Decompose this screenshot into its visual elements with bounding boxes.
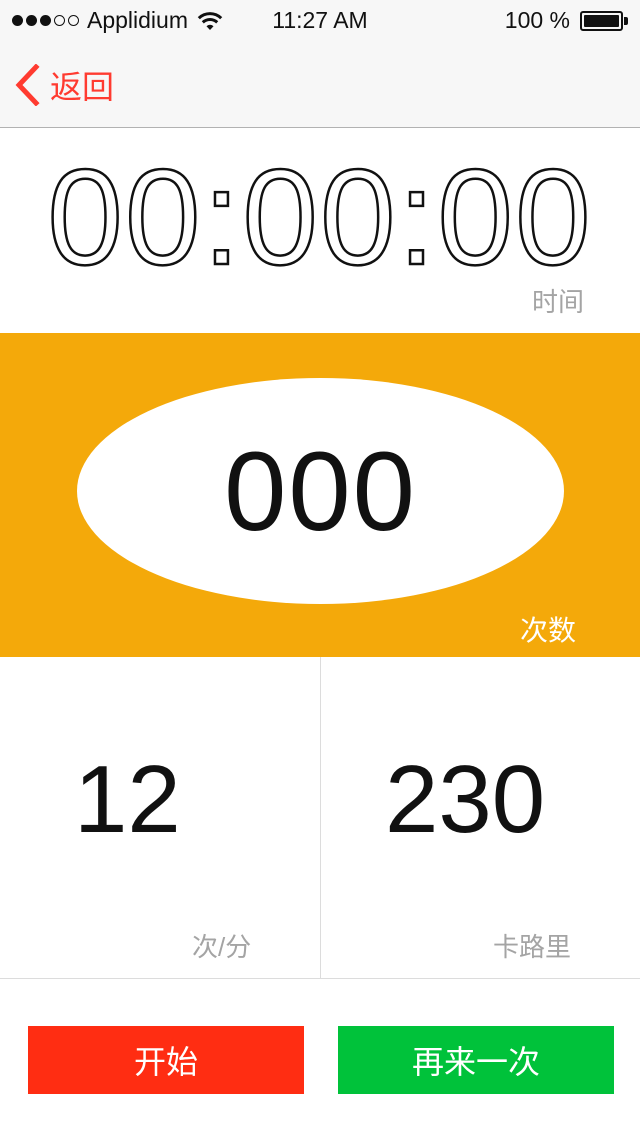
stats-section: 12 次/分 230 卡路里 bbox=[0, 657, 640, 979]
timer-section: 00:00:00 时间 bbox=[0, 128, 640, 333]
rate-value: 12 bbox=[74, 746, 181, 853]
timer-digits-svg: 00:00:00 bbox=[46, 146, 592, 286]
chevron-left-icon bbox=[15, 64, 40, 106]
timer-label: 时间 bbox=[531, 287, 584, 317]
calories-label: 卡路里 bbox=[493, 932, 572, 962]
timer-text: 00:00:00 bbox=[47, 146, 592, 286]
timer-display: 00:00:00 bbox=[0, 146, 640, 286]
battery-icon bbox=[580, 10, 628, 32]
count-value: 000 bbox=[224, 428, 417, 554]
navigation-bar: 返回 bbox=[0, 40, 640, 128]
battery-percent: 100 % bbox=[504, 7, 570, 33]
start-button[interactable]: 开始 bbox=[28, 1026, 304, 1094]
calories-stat: 230 卡路里 bbox=[321, 657, 640, 979]
status-bar: Applidium 11:27 AM 100 % bbox=[0, 0, 640, 40]
count-panel: 000 次数 bbox=[0, 333, 640, 657]
rate-stat: 12 次/分 bbox=[0, 657, 320, 979]
back-label: 返回 bbox=[50, 69, 115, 105]
count-ellipse: 000 bbox=[77, 378, 564, 604]
calories-value: 230 bbox=[385, 746, 546, 853]
back-button[interactable]: 返回 bbox=[14, 62, 114, 108]
status-right: 100 % bbox=[505, 7, 628, 34]
restart-button[interactable]: 再来一次 bbox=[338, 1026, 614, 1094]
rate-label: 次/分 bbox=[192, 932, 252, 962]
count-label: 次数 bbox=[519, 615, 576, 646]
